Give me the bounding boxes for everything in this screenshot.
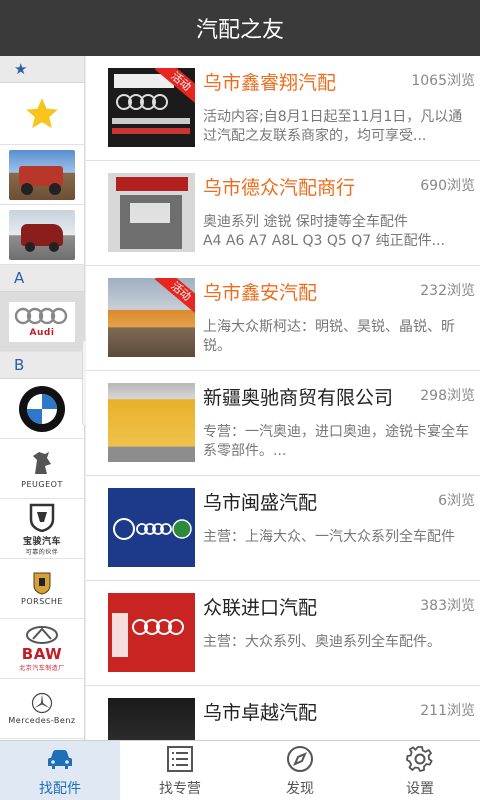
baojun-sublabel: 可靠的伙伴 <box>25 548 59 556</box>
shop-description: 奥迪系列 途锐 保时捷等全车配件 A4 A6 A7 A8L Q3 Q5 Q7 纯… <box>203 214 446 249</box>
tab-specialty[interactable]: 找专营 <box>120 741 240 800</box>
audi-label: Audi <box>29 327 55 338</box>
shop-photo <box>108 173 195 252</box>
car-icon <box>48 749 72 769</box>
shop-photo: 活动 <box>108 278 195 357</box>
tab-discover[interactable]: 发现 <box>240 741 360 800</box>
shop-title: 众联进口汽配 <box>203 597 318 619</box>
tab-settings[interactable]: 设置 <box>360 741 480 800</box>
list-icon <box>167 745 193 772</box>
shop-description: 主营：大众系列、奥迪系列全车配件。 <box>203 634 441 650</box>
view-count: 690浏览 <box>420 178 475 194</box>
view-count: 6浏览 <box>438 493 475 509</box>
page-title: 汽配之友 <box>0 0 480 56</box>
shop-photo <box>108 488 195 567</box>
audi-rings-icon <box>132 619 184 635</box>
baw-sublabel: 北京汽车制造厂 <box>19 665 65 672</box>
shop-photo <box>108 698 195 740</box>
shop-title: 乌市鑫安汽配 <box>203 282 318 304</box>
baw-label: BAW <box>21 645 63 663</box>
favorites-header: ★ <box>0 56 84 83</box>
list-item[interactable]: 乌市德众汽配商行 690浏览 奥迪系列 途锐 保时捷等全车配件 A4 A6 A7… <box>86 161 480 266</box>
sidebar-item-baojun[interactable]: 宝骏汽车 可靠的伙伴 <box>0 499 84 559</box>
porsche-crest-icon <box>33 572 51 595</box>
audi-logo-icon <box>14 307 68 324</box>
sidebar-item-audi[interactable]: Audi <box>0 292 84 352</box>
mpv-thumbnail <box>9 209 75 260</box>
shop-title: 乌市卓越汽配 <box>203 702 318 724</box>
suv-thumbnail <box>9 149 75 200</box>
baojun-label: 宝骏汽车 <box>22 536 61 547</box>
sidebar-item-bmw[interactable] <box>0 379 84 439</box>
tab-label: 找配件 <box>39 780 81 797</box>
peugeot-label: PEUGEOT <box>21 480 63 489</box>
view-count: 211浏览 <box>420 703 475 719</box>
sidebar-item-suv[interactable] <box>0 145 84 205</box>
list-item[interactable]: 新疆奥驰商贸有限公司 298浏览 专营：一汽奥迪，进口奥迪，途锐卡宴全车系零部件… <box>86 371 480 476</box>
sidebar-item-peugeot[interactable]: PEUGEOT <box>0 439 84 499</box>
gear-icon <box>406 745 433 772</box>
brand-sidebar: ★ A Audi B PEUGEOT 宝骏汽车 可靠的伙伴 PORSCHE BA… <box>0 56 85 740</box>
star-icon <box>26 97 58 128</box>
porsche-label: PORSCHE <box>21 597 63 606</box>
sidebar-item-porsche[interactable]: PORSCHE <box>0 559 84 619</box>
shop-title: 乌市鑫睿翔汽配 <box>203 72 337 94</box>
list-item[interactable]: 乌市卓越汽配 211浏览 <box>86 686 480 740</box>
list-item[interactable]: 乌市闽盛汽配 6浏览 主营：上海大众、一汽大众系列全车配件 <box>86 476 480 581</box>
baojun-logo-icon <box>29 503 55 532</box>
sidebar-item-baw[interactable]: BAW 北京汽车制造厂 <box>0 619 84 679</box>
peugeot-lion-icon <box>32 452 51 474</box>
baw-logo-icon <box>25 626 58 644</box>
tab-label: 设置 <box>406 780 434 797</box>
mercedes-star-icon <box>31 692 53 714</box>
letter-header-a: A <box>0 265 84 292</box>
sidebar-item-favorites[interactable] <box>0 83 84 145</box>
audi-rings-icon <box>116 94 168 110</box>
letter-header-b: B <box>0 352 84 379</box>
bmw-logo-icon <box>19 385 65 432</box>
shop-photo <box>108 383 195 462</box>
view-count: 383浏览 <box>420 598 475 614</box>
promo-badge: 活动 <box>154 278 195 316</box>
shop-description: 专营：一汽奥迪，进口奥迪，途锐卡宴全车系零部件。... <box>203 424 469 459</box>
compass-icon <box>287 745 313 772</box>
shop-title: 新疆奥驰商贸有限公司 <box>203 387 394 409</box>
view-count: 1065浏览 <box>411 73 475 89</box>
vw-audi-skoda-logos-icon <box>113 518 192 540</box>
shop-title: 乌市德众汽配商行 <box>203 177 356 199</box>
shop-description: 上海大众斯柯达：明锐、昊锐、晶锐、昕锐。 <box>203 319 455 354</box>
shop-description: 活动内容;自8月1日起至11月1日，凡以通过汽配之友联系商家的，均可享受... <box>203 109 463 144</box>
sidebar-item-mercedes[interactable]: Mercedes-Benz <box>0 679 84 739</box>
shop-list: 活动 乌市鑫睿翔汽配 1065浏览 活动内容;自8月1日起至11月1日，凡以通过… <box>86 56 480 740</box>
view-count: 232浏览 <box>420 283 475 299</box>
view-count: 298浏览 <box>420 388 475 404</box>
tab-label: 发现 <box>286 780 314 797</box>
shop-title: 乌市闽盛汽配 <box>203 492 318 514</box>
shop-photo: 活动 <box>108 68 195 147</box>
shop-description: 主营：上海大众、一汽大众系列全车配件 <box>203 529 455 545</box>
list-item[interactable]: 活动 乌市鑫安汽配 232浏览 上海大众斯柯达：明锐、昊锐、晶锐、昕锐。 <box>86 266 480 371</box>
tab-find-parts[interactable]: 找配件 <box>0 741 120 800</box>
bottom-tab-bar: 找配件 找专营 发现 设置 <box>0 740 480 800</box>
sidebar-item-mpv[interactable] <box>0 205 84 265</box>
list-item[interactable]: 众联进口汽配 383浏览 主营：大众系列、奥迪系列全车配件。 <box>86 581 480 686</box>
list-item[interactable]: 活动 乌市鑫睿翔汽配 1065浏览 活动内容;自8月1日起至11月1日，凡以通过… <box>86 56 480 161</box>
tab-label: 找专营 <box>159 780 201 797</box>
shop-photo <box>108 593 195 672</box>
mercedes-label: Mercedes-Benz <box>8 716 76 725</box>
